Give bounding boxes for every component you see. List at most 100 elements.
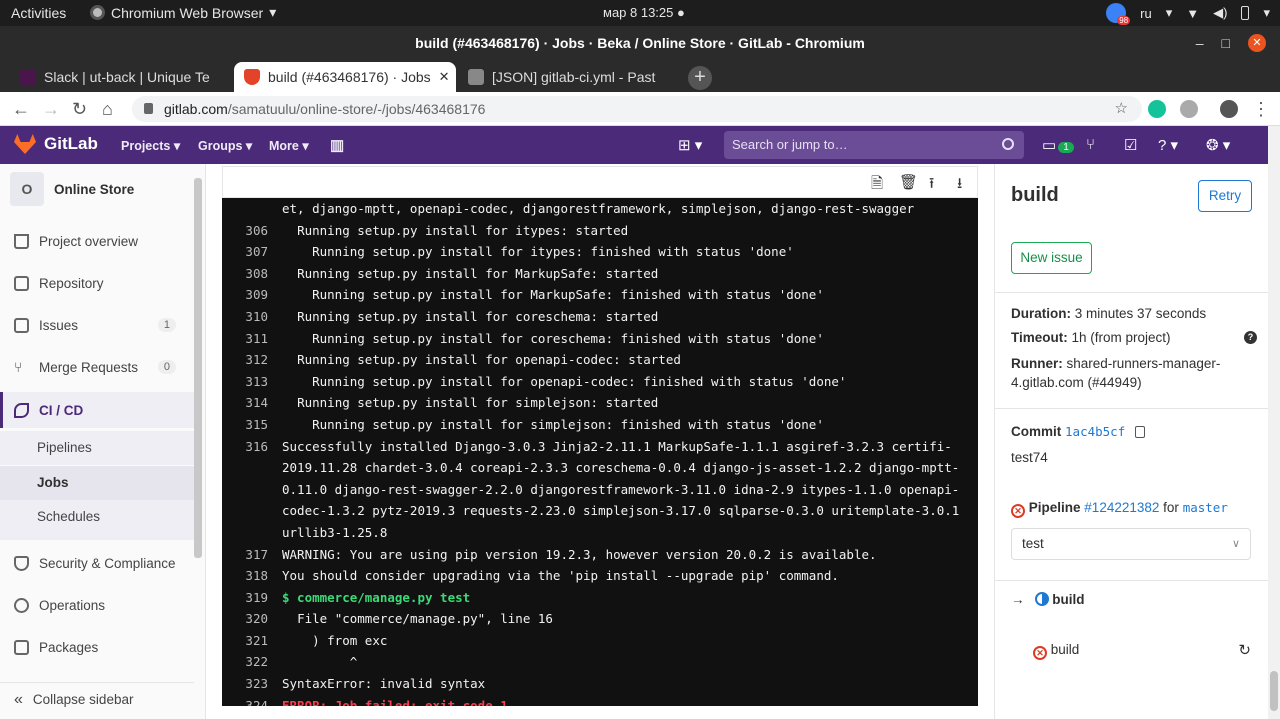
new-tab-button[interactable]: + — [688, 66, 712, 90]
maximize-icon[interactable]: □ — [1222, 26, 1230, 60]
plus-icon[interactable]: ⊞ ▾ — [678, 136, 702, 154]
reload-icon[interactable]: ↻ — [72, 99, 87, 120]
clock[interactable]: мар 8 13:25 ● — [603, 5, 685, 20]
scroll-to-top-icon[interactable]: ⭱ — [929, 173, 934, 198]
sidebar-item-issues[interactable]: Issues 1 — [0, 308, 194, 342]
forward-arrow-icon[interactable]: → — [42, 99, 60, 120]
merge-requests-count-badge: 0 — [157, 360, 176, 374]
sidebar-item-packages[interactable]: Packages — [0, 630, 194, 664]
retry-icon[interactable]: ↻ — [1238, 641, 1251, 659]
page-scrollbar[interactable] — [1268, 126, 1280, 719]
line-number[interactable]: 317 — [222, 544, 282, 566]
sidebar-project[interactable]: O Online Store — [10, 172, 134, 206]
line-number[interactable]: 319 — [222, 587, 282, 609]
volume-icon: ◀) — [1213, 5, 1228, 20]
tab-slack[interactable]: Slack | ut-back | Unique Te — [10, 62, 232, 92]
sidebar-item-project-overview[interactable]: Project overview — [0, 224, 194, 258]
issues-icon[interactable]: ▭ 1 — [1042, 136, 1074, 154]
line-number[interactable]: 321 — [222, 630, 282, 652]
tab-json[interactable]: [JSON] gitlab-ci.yml - Past — [458, 62, 680, 92]
log-text: Running setup.py install for MarkupSafe:… — [282, 265, 659, 281]
system-tray[interactable]: 98 ru ▾ ▼ ◀) ▾ — [1106, 3, 1270, 25]
stage-select[interactable]: test ∨ — [1011, 528, 1251, 560]
help-icon[interactable]: ? — [1244, 331, 1257, 344]
merge-request-icon[interactable]: ⑂ — [1086, 136, 1095, 153]
nav-groups[interactable]: Groups ▾ — [198, 138, 252, 153]
sidebar-item-merge-requests[interactable]: ⑂ Merge Requests 0 — [0, 350, 194, 384]
copy-icon[interactable] — [1135, 426, 1145, 438]
close-window-icon[interactable]: ✕ — [1248, 34, 1266, 52]
sidebar-subitem-jobs[interactable]: Jobs — [0, 466, 194, 500]
line-number[interactable]: 316 — [222, 436, 282, 544]
help-icon[interactable]: ? ▾ — [1158, 136, 1178, 154]
line-number[interactable]: 307 — [222, 241, 282, 263]
line-number[interactable]: 308 — [222, 263, 282, 285]
scrollbar-thumb[interactable] — [1270, 671, 1278, 711]
todo-icon[interactable]: ☑ — [1124, 136, 1137, 154]
line-number[interactable]: 320 — [222, 608, 282, 630]
close-tab-icon[interactable]: ✕ — [439, 69, 450, 85]
line-number[interactable]: 318 — [222, 565, 282, 587]
collapse-sidebar-label: Collapse sidebar — [32, 692, 134, 707]
line-number[interactable]: 323 — [222, 673, 282, 695]
notification-badge: 98 — [1117, 16, 1131, 25]
sidebar-subitem-pipelines[interactable]: Pipelines — [0, 431, 194, 465]
line-number[interactable]: 314 — [222, 392, 282, 414]
sidebar-scrollbar[interactable] — [194, 178, 202, 558]
nav-projects[interactable]: Projects ▾ — [121, 138, 180, 153]
line-number[interactable] — [222, 198, 282, 220]
new-issue-button[interactable]: New issue — [1011, 242, 1092, 274]
retry-button[interactable]: Retry — [1198, 180, 1252, 212]
line-number[interactable]: 309 — [222, 284, 282, 306]
project-name: Online Store — [54, 181, 135, 197]
line-number[interactable]: 306 — [222, 220, 282, 242]
line-number[interactable]: 315 — [222, 414, 282, 436]
tab-gitlab-job[interactable]: build (#463468176) · Jobs ✕ — [234, 62, 456, 92]
line-number[interactable]: 322 — [222, 651, 282, 673]
nav-more[interactable]: More ▾ — [269, 138, 309, 153]
activities-button[interactable]: Activities — [11, 5, 66, 21]
address-bar[interactable]: gitlab.com/samatuulu/online-store/-/jobs… — [132, 96, 1142, 122]
job-row[interactable]: ✕ build ↻ — [1011, 642, 1251, 660]
log-line: 308 Running setup.py install for MarkupS… — [222, 263, 978, 285]
sidebar-item-security[interactable]: Security & Compliance — [0, 546, 194, 580]
job-log[interactable]: et, django-mptt, openapi-codec, djangore… — [222, 198, 978, 706]
browser-menu-icon[interactable]: ⋮ — [1252, 99, 1270, 120]
branch-link[interactable]: master — [1183, 500, 1228, 515]
line-number[interactable]: 312 — [222, 349, 282, 371]
user-avatar[interactable]: ❂ ▾ — [1206, 136, 1230, 154]
home-icon[interactable]: ⌂ — [102, 99, 113, 120]
commit-sha-link[interactable]: 1ac4b5cf — [1065, 424, 1125, 439]
line-number[interactable]: 310 — [222, 306, 282, 328]
language-indicator[interactable]: ru — [1140, 6, 1152, 21]
analytics-icon[interactable]: ▥ — [330, 136, 344, 154]
bookmark-star-icon[interactable]: ☆ — [1115, 96, 1128, 122]
nav-label: Projects — [121, 139, 171, 153]
minimize-icon[interactable]: – — [1196, 26, 1204, 60]
sidebar-item-operations[interactable]: Operations — [0, 588, 194, 622]
sidebar-item-repository[interactable]: Repository — [0, 266, 194, 300]
line-number[interactable]: 311 — [222, 328, 282, 350]
brand-name: GitLab — [44, 134, 98, 153]
pipeline-link[interactable]: #124221382 — [1084, 500, 1159, 515]
log-text: SyntaxError: invalid syntax — [282, 676, 486, 692]
extension-icon[interactable] — [1180, 100, 1198, 118]
line-number[interactable]: 324 — [222, 695, 282, 706]
url-path: /samatuulu/online-store/-/jobs/463468176 — [227, 101, 486, 117]
erase-log-icon[interactable]: 🗑 — [899, 173, 918, 191]
divider — [995, 408, 1269, 409]
timeout-row: Timeout: 1h (from project)? — [1011, 330, 1257, 345]
collapse-sidebar-button[interactable]: « Collapse sidebar — [0, 682, 194, 716]
sidebar-item-ci-cd[interactable]: CI / CD — [0, 392, 194, 428]
line-number[interactable]: 313 — [222, 371, 282, 393]
scroll-to-bottom-icon[interactable]: ⭳ — [957, 173, 962, 198]
back-arrow-icon[interactable]: ← — [12, 99, 30, 120]
app-menu[interactable]: Chromium Web Browser ▾ — [90, 4, 276, 21]
grammarly-extension-icon[interactable] — [1148, 100, 1166, 118]
gitlab-logo[interactable]: GitLab — [14, 134, 98, 154]
stage-row[interactable]: → build — [1011, 592, 1085, 607]
sidebar-subitem-schedules[interactable]: Schedules — [0, 500, 194, 540]
search-input[interactable]: Search or jump to… — [724, 131, 1024, 159]
raw-log-icon[interactable]: 🗎 — [871, 173, 883, 198]
profile-avatar-icon[interactable] — [1220, 100, 1238, 118]
